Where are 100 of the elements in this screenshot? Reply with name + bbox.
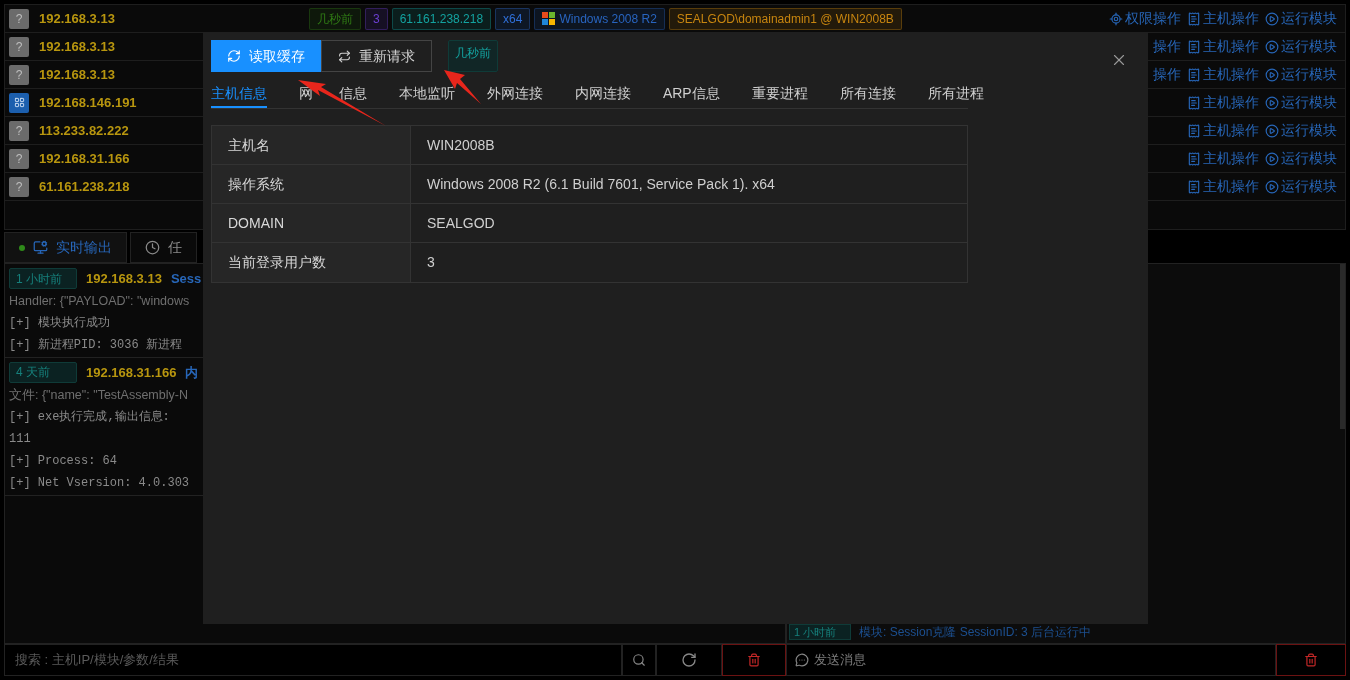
host-tag: 61.161.238.218 bbox=[391, 7, 492, 30]
action-link[interactable]: 运行模块 bbox=[1281, 64, 1337, 85]
play-circle-icon bbox=[1265, 39, 1279, 54]
action-link[interactable]: 主机操作 bbox=[1203, 176, 1259, 197]
crosshair-icon bbox=[1109, 11, 1123, 26]
info-tab[interactable]: 内网连接 bbox=[574, 80, 631, 108]
trash-icon bbox=[747, 653, 761, 667]
info-label: 操作系统 bbox=[212, 165, 411, 203]
console-tab[interactable]: 实时输出 bbox=[4, 232, 127, 263]
document-icon bbox=[1187, 39, 1201, 54]
document-icon bbox=[1187, 123, 1201, 138]
info-tab[interactable]: 所有进程 bbox=[927, 80, 984, 108]
document-icon bbox=[1187, 67, 1201, 82]
refresh-icon bbox=[681, 652, 697, 668]
host-tag: Windows 2008 R2 bbox=[534, 7, 665, 30]
host-tag: 几秒前 bbox=[309, 7, 361, 30]
action-link[interactable]: 主机操作 bbox=[1203, 8, 1259, 29]
host-tag: x64 bbox=[495, 7, 531, 30]
refresh-button[interactable] bbox=[656, 644, 722, 676]
console-tab[interactable]: 任 bbox=[130, 232, 197, 263]
delete-button[interactable] bbox=[1276, 644, 1346, 676]
info-tab[interactable]: 网 信息 bbox=[299, 80, 367, 108]
trash-icon bbox=[1304, 653, 1318, 667]
info-value: SEALGOD bbox=[426, 213, 496, 233]
entry-title: Sess bbox=[170, 269, 202, 288]
action-link[interactable]: 主机操作 bbox=[1203, 92, 1259, 113]
clock-icon bbox=[145, 240, 160, 255]
play-circle-icon bbox=[1265, 95, 1279, 110]
read-cache-button[interactable]: 读取缓存 bbox=[211, 40, 321, 72]
log-line: [+] Process: 64 bbox=[9, 452, 119, 470]
scrollbar-thumb[interactable] bbox=[1340, 264, 1345, 429]
document-icon bbox=[1187, 151, 1201, 166]
host-ip: 192.168.3.13 bbox=[86, 269, 162, 288]
action-link[interactable]: 运行模块 bbox=[1281, 148, 1337, 169]
info-value: Windows 2008 R2 (6.1 Build 7601, Service Pack 1). x64 bbox=[426, 174, 776, 194]
action-link[interactable]: 运行模块 bbox=[1281, 120, 1337, 141]
action-link[interactable]: 操作 bbox=[1153, 36, 1181, 57]
search-icon bbox=[632, 653, 646, 667]
info-tab[interactable]: ARP信息 bbox=[662, 80, 720, 108]
log-line: [+] 新进程PID: 3036 新进程 bbox=[9, 336, 183, 354]
refresh-icon bbox=[227, 49, 241, 63]
time-tag: 1 小时前 bbox=[789, 624, 851, 640]
log-line: [+] exe执行完成,输出信息: bbox=[9, 408, 171, 426]
entry-detail: Handler: {"PAYLOAD": "windows bbox=[9, 293, 191, 310]
action-link[interactable]: 主机操作 bbox=[1203, 64, 1259, 85]
play-circle-icon bbox=[1265, 11, 1279, 26]
info-tab[interactable]: 本地监听 bbox=[398, 80, 455, 108]
info-tab[interactable]: 主机信息 bbox=[211, 80, 267, 108]
log-line: [+] Net Vsersion: 4.0.303 bbox=[9, 474, 191, 492]
action-link[interactable]: 权限操作 bbox=[1125, 8, 1181, 29]
log-line: 111 bbox=[9, 430, 32, 448]
info-value: 3 bbox=[426, 253, 436, 272]
message-field[interactable]: 发送消息 bbox=[786, 644, 1276, 676]
host-tag: 3 bbox=[365, 7, 388, 30]
grid-app-icon bbox=[9, 92, 29, 113]
unknown-host-icon: ? bbox=[9, 64, 29, 85]
action-link[interactable]: 运行模块 bbox=[1281, 176, 1337, 197]
unknown-host-icon: ? bbox=[9, 36, 29, 57]
info-tab[interactable]: 重要进程 bbox=[751, 80, 808, 108]
repeat-icon bbox=[338, 49, 351, 63]
action-link[interactable]: 运行模块 bbox=[1281, 92, 1337, 113]
search-field[interactable]: 搜索 : 主机IP/模块/参数/结果 bbox=[4, 644, 622, 676]
time-tag: 1 小时前 bbox=[9, 268, 77, 289]
info-tab[interactable]: 外网连接 bbox=[486, 80, 543, 108]
unknown-host-icon: ? bbox=[9, 8, 29, 29]
unknown-host-icon: ? bbox=[9, 120, 29, 141]
monitor-icon bbox=[33, 240, 48, 255]
play-circle-icon bbox=[1265, 151, 1279, 166]
document-icon bbox=[1187, 11, 1201, 26]
time-tag: 4 天前 bbox=[9, 361, 77, 383]
action-link[interactable]: 运行模块 bbox=[1281, 8, 1337, 29]
info-value: WIN2008B bbox=[426, 135, 496, 155]
unknown-host-icon: ? bbox=[9, 148, 29, 169]
action-link[interactable]: 操作 bbox=[1153, 64, 1181, 85]
time-tag: 几秒前 bbox=[448, 40, 498, 72]
windows-logo-icon bbox=[542, 12, 556, 25]
chat-icon bbox=[795, 653, 809, 667]
host-ip: 192.168.31.166 bbox=[86, 363, 177, 382]
log-line: 模块: Session克隆 SessionID: 3 后台运行中 bbox=[859, 624, 1092, 641]
log-line: [+] 模块执行成功 bbox=[9, 314, 111, 332]
re-request-button[interactable]: 重新请求 bbox=[321, 40, 432, 72]
info-label: DOMAIN bbox=[212, 204, 411, 242]
action-link[interactable]: 主机操作 bbox=[1203, 148, 1259, 169]
action-link[interactable]: 主机操作 bbox=[1203, 120, 1259, 141]
entry-detail: 文件: {"name": "TestAssembly-N bbox=[9, 386, 189, 404]
host-ip[interactable]: 192.168.3.13 bbox=[29, 8, 309, 29]
document-icon bbox=[1187, 95, 1201, 110]
play-circle-icon bbox=[1265, 179, 1279, 194]
action-link[interactable]: 主机操作 bbox=[1203, 36, 1259, 57]
info-label: 当前登录用户数 bbox=[212, 243, 411, 282]
host-tag: SEALGOD\domainadmin1 @ WIN2008B bbox=[668, 7, 902, 30]
entry-title: 内 bbox=[185, 363, 199, 382]
play-circle-icon bbox=[1265, 123, 1279, 138]
info-label: 主机名 bbox=[212, 126, 411, 164]
info-tab[interactable]: 所有连接 bbox=[839, 80, 896, 108]
delete-button[interactable] bbox=[722, 644, 786, 676]
action-link[interactable]: 运行模块 bbox=[1281, 36, 1337, 57]
unknown-host-icon: ? bbox=[9, 176, 29, 197]
play-circle-icon bbox=[1265, 67, 1279, 82]
search-button[interactable] bbox=[622, 644, 656, 676]
